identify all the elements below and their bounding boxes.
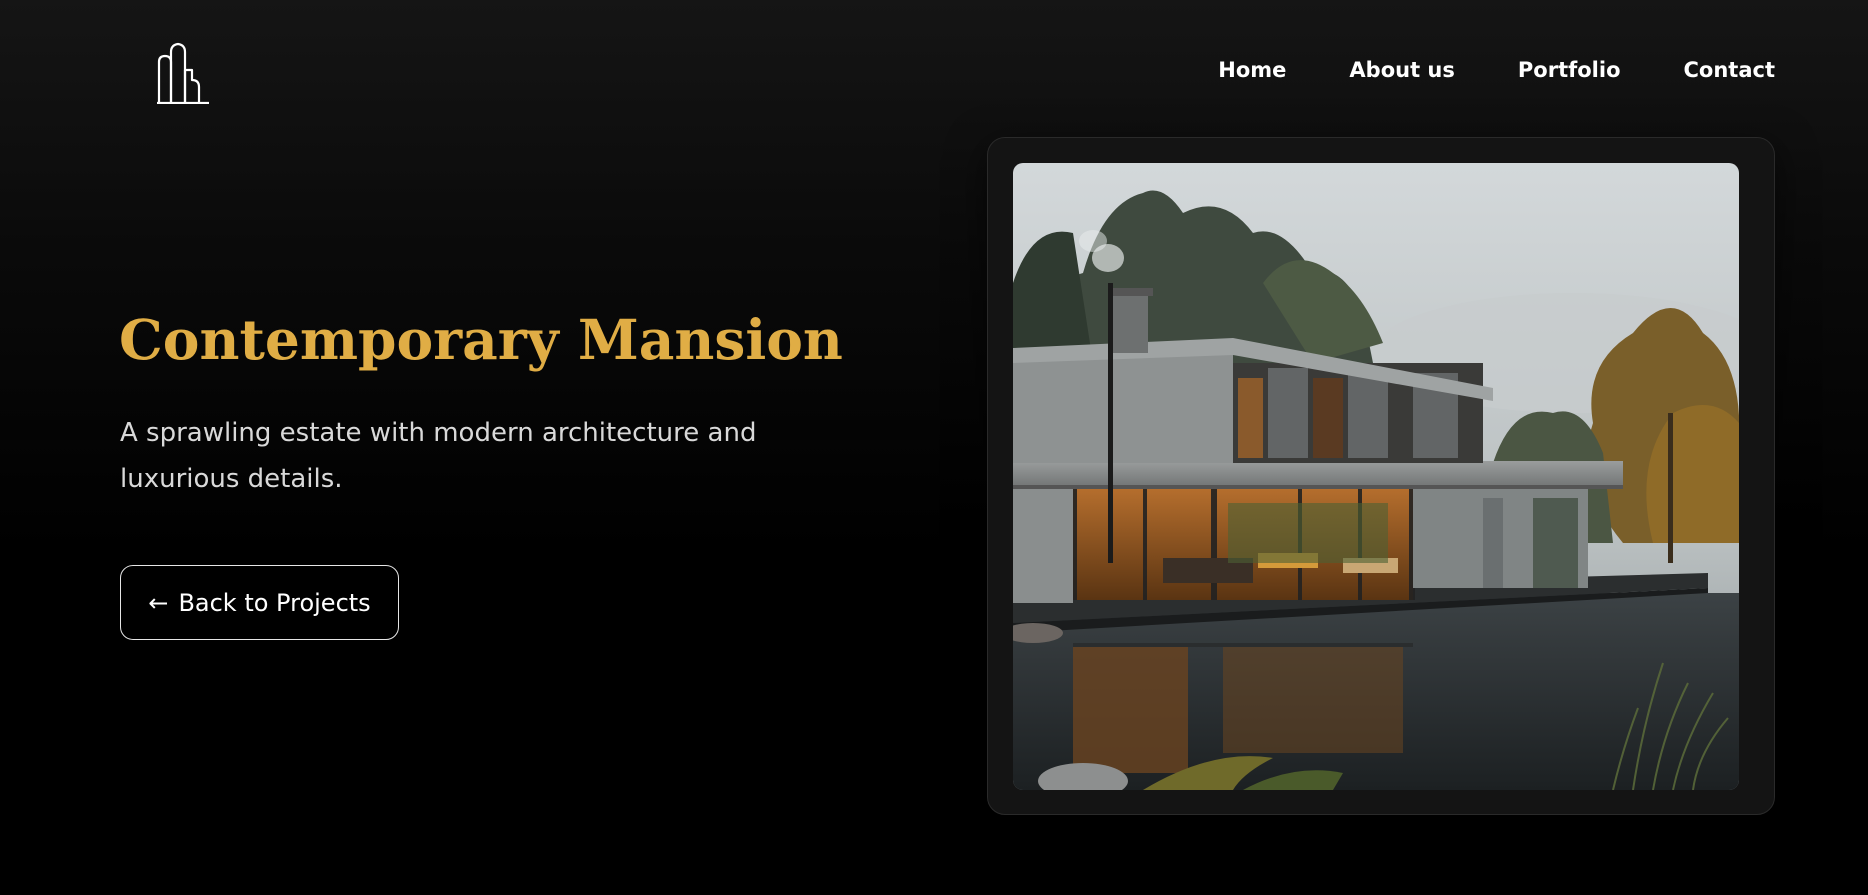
nav-contact-link[interactable]: Contact — [1684, 54, 1776, 86]
project-title: Contemporary Mansion — [119, 307, 843, 372]
arrow-left-icon: ← — [148, 588, 169, 617]
back-to-projects-label: Back to Projects — [178, 588, 371, 617]
back-to-projects-button[interactable]: ← Back to Projects — [120, 565, 399, 640]
nav-about-link[interactable]: About us — [1349, 54, 1454, 86]
project-image — [1013, 163, 1739, 790]
nav-portfolio-link[interactable]: Portfolio — [1518, 54, 1621, 86]
project-image-card — [987, 137, 1775, 815]
nav-home-link[interactable]: Home — [1218, 54, 1286, 86]
main-nav: Home About us Portfolio Contact — [1218, 54, 1775, 86]
logo-building-icon[interactable] — [156, 42, 210, 104]
project-description: A sprawling estate with modern architect… — [120, 418, 757, 494]
